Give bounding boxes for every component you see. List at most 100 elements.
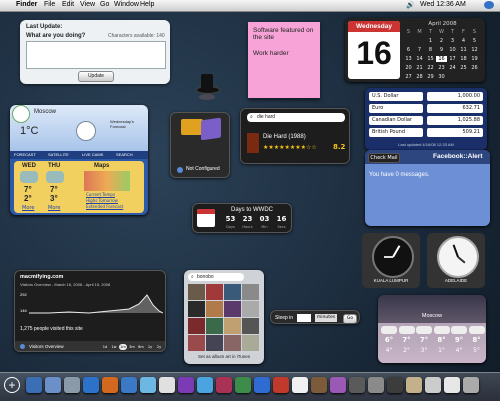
calendar-date[interactable]: 24: [447, 65, 458, 71]
map-link-highs[interactable]: Highs Tomorrow: [86, 198, 118, 203]
dock-app-icon[interactable]: [178, 377, 194, 393]
sticky-note[interactable]: Software featured on the site Work harde…: [248, 22, 320, 98]
movie-title[interactable]: Die Hard (1988): [263, 134, 306, 140]
dock-app-icon[interactable]: [45, 377, 61, 393]
calendar-date[interactable]: 6: [403, 47, 414, 53]
dock-app-icon[interactable]: [235, 377, 251, 393]
currency-select[interactable]: U.S. Dollar: [369, 92, 423, 101]
dock-app-icon[interactable]: [425, 377, 441, 393]
album-cover[interactable]: [188, 335, 205, 351]
tab-forecast[interactable]: FORECAST: [14, 152, 36, 157]
map-link-extended[interactable]: Extended Forecast: [86, 204, 123, 209]
dock-app-icon[interactable]: [254, 377, 270, 393]
sleep-go-button[interactable]: Go: [343, 314, 357, 323]
menu-clock[interactable]: Wed 12:36 AM: [420, 1, 466, 8]
movie-poster[interactable]: [247, 133, 259, 153]
menu-edit[interactable]: Edit: [62, 1, 74, 8]
calendar-date[interactable]: 19: [469, 56, 480, 62]
map-link-current[interactable]: Current Temps: [86, 192, 115, 197]
dock-app-icon[interactable]: [216, 377, 232, 393]
album-cover[interactable]: [224, 301, 241, 317]
menu-window[interactable]: Window: [114, 1, 139, 8]
album-cover[interactable]: [224, 318, 241, 334]
dock-app-icon[interactable]: [102, 377, 118, 393]
calendar-date[interactable]: 14: [414, 56, 425, 62]
dock-app-icon[interactable]: [463, 377, 479, 393]
range-button[interactable]: 1d: [101, 344, 109, 350]
range-button[interactable]: 6m: [137, 344, 145, 350]
tab-satellite[interactable]: SATELLITE: [48, 152, 69, 157]
calendar-date[interactable]: 11: [458, 47, 469, 53]
thu-more-link[interactable]: More: [48, 205, 60, 211]
menu-help[interactable]: Help: [140, 1, 154, 8]
range-button[interactable]: 2y: [155, 344, 163, 350]
album-search-input[interactable]: ⌕ bonobo: [188, 273, 244, 281]
dock-app-icon[interactable]: [311, 377, 327, 393]
menu-file[interactable]: File: [44, 1, 55, 8]
currency-amount[interactable]: 1,000.00: [427, 92, 483, 101]
calendar-date[interactable]: 9: [436, 47, 447, 53]
calendar-date[interactable]: 3: [447, 38, 458, 44]
calendar-date[interactable]: 27: [403, 74, 414, 80]
sleep-minutes-input[interactable]: [297, 314, 311, 322]
calendar-date[interactable]: 23: [436, 65, 447, 71]
calendar-date[interactable]: 22: [425, 65, 436, 71]
dock-app-icon[interactable]: [197, 377, 213, 393]
album-cover[interactable]: [242, 335, 259, 351]
add-widget-button[interactable]: +: [4, 377, 20, 393]
range-button[interactable]: 1y: [146, 344, 154, 350]
currency-amount[interactable]: 1,025.88: [427, 116, 483, 125]
calendar-date[interactable]: 28: [414, 74, 425, 80]
movie-search-input[interactable]: ⌕ die hard: [247, 113, 345, 122]
calendar-date[interactable]: 5: [469, 38, 480, 44]
calendar-date[interactable]: 1: [425, 38, 436, 44]
wed-more-link[interactable]: More: [22, 205, 34, 211]
album-cover[interactable]: [206, 335, 223, 351]
album-cover[interactable]: [206, 284, 223, 300]
dock-app-icon[interactable]: [140, 377, 156, 393]
calendar-date[interactable]: 20: [403, 65, 414, 71]
calendar-date[interactable]: 30: [436, 74, 447, 80]
range-button[interactable]: 1m: [119, 344, 127, 350]
range-button[interactable]: 3m: [128, 344, 136, 350]
dock-app-icon[interactable]: [349, 377, 365, 393]
volume-icon[interactable]: 🔊: [406, 1, 415, 9]
dock-app-icon[interactable]: [292, 377, 308, 393]
dock-app-icon[interactable]: [387, 377, 403, 393]
calendar-date[interactable]: 7: [414, 47, 425, 53]
spotlight-icon[interactable]: [484, 1, 494, 9]
calendar-date[interactable]: 4: [458, 38, 469, 44]
calendar-date[interactable]: 8: [425, 47, 436, 53]
menu-view[interactable]: View: [80, 1, 95, 8]
dock-app-icon[interactable]: [444, 377, 460, 393]
calendar-date[interactable]: 16: [436, 56, 447, 62]
album-cover[interactable]: [188, 301, 205, 317]
check-mail-button[interactable]: Check Mail: [368, 153, 400, 163]
calendar-date[interactable]: 17: [447, 56, 458, 62]
weather-city[interactable]: Moscow: [34, 109, 56, 115]
currency-select[interactable]: Canadian Dollar: [369, 116, 423, 125]
dock-app-icon[interactable]: [368, 377, 384, 393]
calendar-date[interactable]: 15: [425, 56, 436, 62]
currency-amount[interactable]: 632.71: [427, 104, 483, 113]
dock-app-icon[interactable]: [406, 377, 422, 393]
menu-finder[interactable]: Finder: [16, 1, 37, 8]
dock-app-icon[interactable]: [273, 377, 289, 393]
currency-select[interactable]: Euro: [369, 104, 423, 113]
album-cover[interactable]: [242, 318, 259, 334]
calendar-date[interactable]: 12: [469, 47, 480, 53]
album-cover[interactable]: [242, 284, 259, 300]
album-cover[interactable]: [242, 301, 259, 317]
update-button[interactable]: Update: [78, 71, 114, 82]
currency-amount[interactable]: 509.21: [427, 128, 483, 137]
menu-go[interactable]: Go: [100, 1, 109, 8]
calendar-date[interactable]: 25: [458, 65, 469, 71]
status-input[interactable]: [26, 41, 166, 69]
dock-app-icon[interactable]: [330, 377, 346, 393]
dock-app-icon[interactable]: [159, 377, 175, 393]
weather-map[interactable]: [84, 171, 130, 191]
calendar-date[interactable]: 26: [469, 65, 480, 71]
album-cover[interactable]: [188, 284, 205, 300]
calendar-date[interactable]: 10: [447, 47, 458, 53]
magic-hat-icon[interactable]: [194, 72, 220, 102]
